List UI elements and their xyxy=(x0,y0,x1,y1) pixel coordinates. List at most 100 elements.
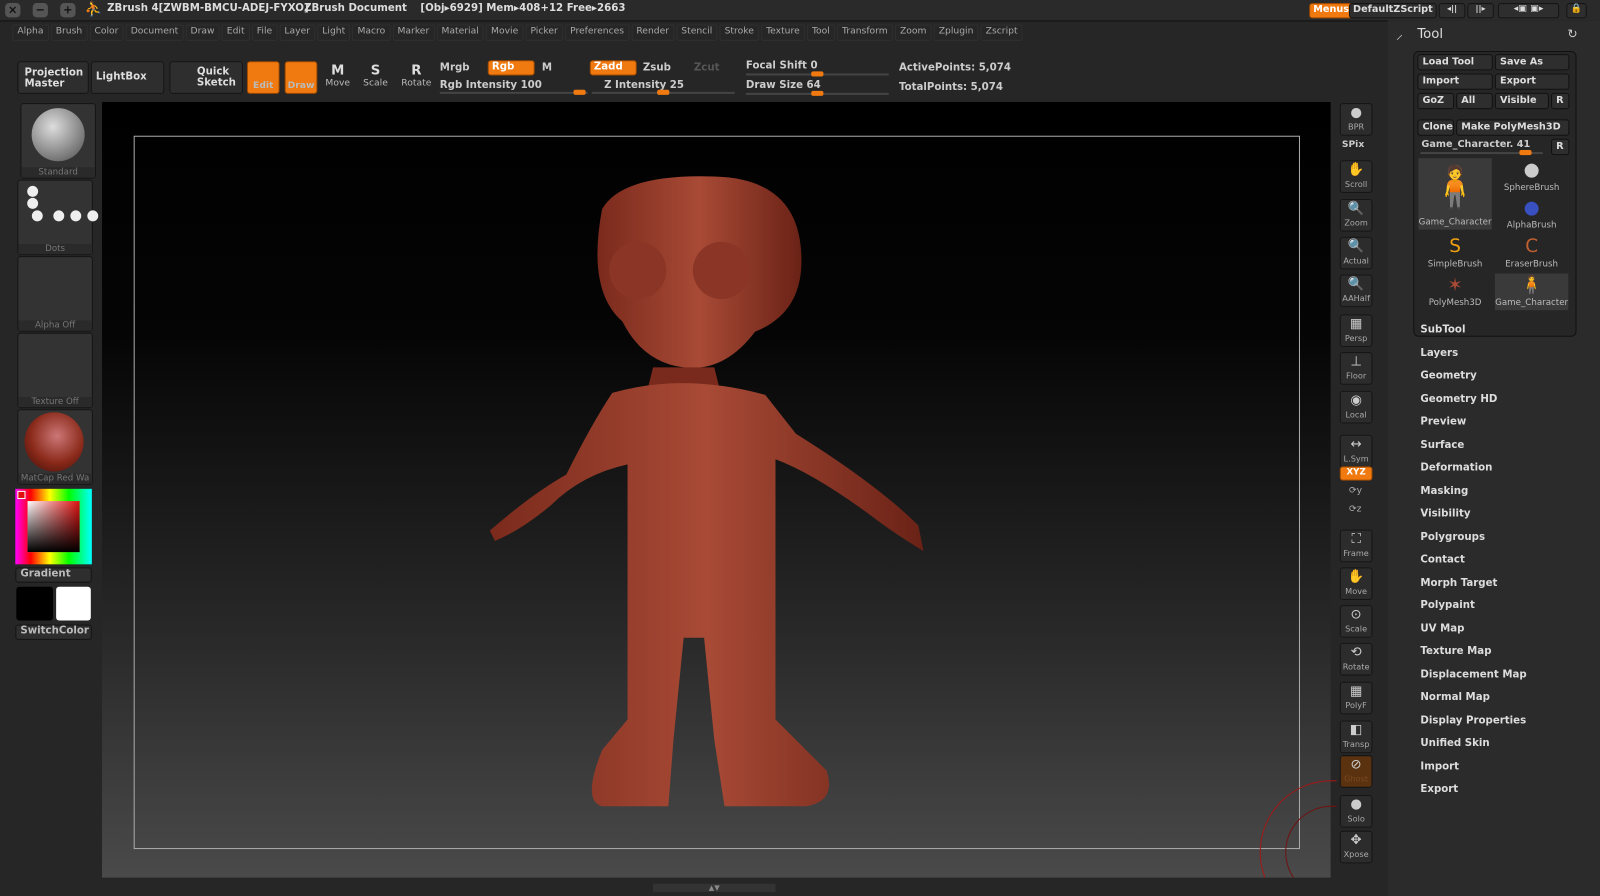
slider-knob[interactable] xyxy=(657,89,670,95)
import-button[interactable]: Import xyxy=(1417,73,1493,90)
save-as-button[interactable]: Save As xyxy=(1494,54,1570,71)
current-tool-slider[interactable] xyxy=(1420,150,1543,156)
menu-light[interactable]: Light xyxy=(317,24,351,41)
menu-zscript[interactable]: Zscript xyxy=(980,24,1023,41)
expand-icon[interactable]: ||▸ xyxy=(1467,3,1494,19)
brush-thumbnail[interactable]: Standard xyxy=(20,103,96,179)
layout-icon[interactable]: ◂▣ ▣▸ xyxy=(1497,3,1560,19)
shrink-icon[interactable]: ◂|| xyxy=(1438,3,1466,19)
tool-thumb-game_character[interactable]: 🧍 Game_Character xyxy=(1418,158,1492,230)
export-button[interactable]: Export xyxy=(1494,73,1570,90)
menu-material[interactable]: Material xyxy=(436,24,484,41)
rotate-z-icon[interactable]: ⟳z xyxy=(1349,504,1362,514)
minimize-button[interactable]: − xyxy=(32,3,48,18)
current-tool-slider-label[interactable]: Game_Character. 41 xyxy=(1421,139,1530,150)
make-polymesh3d-button[interactable]: Make PolyMesh3D xyxy=(1456,119,1570,136)
subpalette-uv-map[interactable]: UV Map xyxy=(1420,623,1464,634)
color-picker[interactable] xyxy=(15,488,92,565)
draw-size-slider[interactable] xyxy=(745,90,889,96)
subpalette-contact[interactable]: Contact xyxy=(1420,554,1464,565)
subpalette-subtool[interactable]: SubTool xyxy=(1420,325,1465,336)
menu-preferences[interactable]: Preferences xyxy=(564,24,630,41)
zcut-button[interactable]: Zcut xyxy=(694,62,720,73)
subpalette-export[interactable]: Export xyxy=(1420,784,1458,795)
zadd-button[interactable]: Zadd xyxy=(589,60,637,76)
menu-draw[interactable]: Draw xyxy=(185,24,220,41)
menu-edit[interactable]: Edit xyxy=(221,24,250,41)
menu-render[interactable]: Render xyxy=(631,24,675,41)
menu-zoom[interactable]: Zoom xyxy=(894,24,932,41)
maximize-button[interactable]: + xyxy=(60,3,76,18)
gradient-button[interactable]: Gradient xyxy=(15,567,92,583)
bpr-button[interactable]: ● BPR xyxy=(1339,103,1373,136)
lightbox-button[interactable]: LightBox xyxy=(90,61,165,94)
tool-thumb-spherebrush[interactable]: ● SphereBrush xyxy=(1495,158,1568,195)
tool-thumb-alphabrush[interactable]: ● AlphaBrush xyxy=(1495,196,1568,233)
bottom-tray-handle[interactable]: ▲▼ xyxy=(653,883,776,892)
menu-macro[interactable]: Macro xyxy=(352,24,391,41)
switch-color-button[interactable]: SwitchColor xyxy=(15,624,92,640)
material-thumbnail[interactable]: MatCap Red Wa xyxy=(17,409,93,485)
edit-button[interactable]: Edit xyxy=(246,61,280,94)
rgb-button[interactable]: Rgb xyxy=(487,60,535,76)
subpalette-masking[interactable]: Masking xyxy=(1420,485,1468,496)
local-button[interactable]: ◉ Local xyxy=(1339,390,1373,424)
subpalette-visibility[interactable]: Visibility xyxy=(1420,508,1470,519)
menu-color[interactable]: Color xyxy=(89,24,124,41)
xyz-button[interactable]: XYZ xyxy=(1339,466,1373,481)
lock-icon[interactable]: 🔒 xyxy=(1566,3,1587,19)
mrgb-button[interactable]: Mrgb xyxy=(440,62,470,73)
refresh-icon[interactable]: ↻ xyxy=(1567,27,1577,41)
quick-sketch-button[interactable]: Quick Sketch xyxy=(169,61,243,94)
secondary-color-white[interactable] xyxy=(56,586,91,621)
all-button[interactable]: All xyxy=(1456,92,1493,110)
move-button[interactable]: M Move xyxy=(321,63,354,94)
slider-knob[interactable] xyxy=(1519,150,1532,156)
tool-thumb-polymesh3d[interactable]: ✶ PolyMesh3D xyxy=(1418,273,1491,310)
subpalette-polypaint[interactable]: Polypaint xyxy=(1420,600,1474,611)
slider-knob[interactable] xyxy=(811,90,824,96)
scale-button[interactable]: ⊙ Scale xyxy=(1339,605,1373,638)
stroke-thumbnail[interactable]: ● ● ● ● ● ● Dots xyxy=(17,179,99,256)
menu-zplugin[interactable]: Zplugin xyxy=(933,24,979,41)
main-color-swatch[interactable] xyxy=(17,490,26,500)
actual-button[interactable]: 🔍 Actual xyxy=(1339,236,1373,270)
focal-shift-slider[interactable] xyxy=(745,71,889,77)
xpose-button[interactable]: ✥ Xpose xyxy=(1339,830,1373,864)
polyf-button[interactable]: ▦ PolyF xyxy=(1339,681,1373,715)
default-zscript-button[interactable]: DefaultZScript xyxy=(1348,3,1437,19)
spix-slider[interactable]: SPix xyxy=(1342,140,1364,150)
menu-texture[interactable]: Texture xyxy=(760,24,805,41)
subpalette-deformation[interactable]: Deformation xyxy=(1420,462,1492,473)
draw-button[interactable]: Draw xyxy=(284,61,318,94)
alpha-thumbnail[interactable]: Alpha Off xyxy=(17,256,93,332)
tool-thumb-game_character[interactable]: 🧍 Game_Character xyxy=(1494,273,1569,311)
rotate-button[interactable]: ⟲ Rotate xyxy=(1339,642,1373,676)
clone-button[interactable]: Clone xyxy=(1417,119,1455,136)
slider-knob[interactable] xyxy=(573,89,586,95)
menu-stencil[interactable]: Stencil xyxy=(676,24,718,41)
zsub-button[interactable]: Zsub xyxy=(643,62,671,73)
menus-button[interactable]: Menus xyxy=(1309,3,1354,19)
zoom-button[interactable]: 🔍 Zoom xyxy=(1339,198,1373,232)
subpalette-morph-target[interactable]: Morph Target xyxy=(1420,577,1497,588)
scroll-button[interactable]: ✋ Scroll xyxy=(1339,160,1373,193)
tool-thumb-eraserbrush[interactable]: C EraserBrush xyxy=(1495,235,1568,272)
solo-button[interactable]: ● Solo xyxy=(1339,794,1373,828)
menu-stroke[interactable]: Stroke xyxy=(719,24,759,41)
menu-movie[interactable]: Movie xyxy=(485,24,524,41)
frame-button[interactable]: ⛶ Frame xyxy=(1339,529,1373,563)
goz-button[interactable]: GoZ xyxy=(1417,92,1455,110)
subpalette-display-properties[interactable]: Display Properties xyxy=(1420,715,1526,726)
texture-thumbnail[interactable]: Texture Off xyxy=(17,332,93,409)
subpalette-polygroups[interactable]: Polygroups xyxy=(1420,531,1485,542)
persp-button[interactable]: ▦ Persp xyxy=(1339,314,1373,347)
r-button-2[interactable]: R xyxy=(1551,138,1570,156)
rotate-button[interactable]: R Rotate xyxy=(400,63,433,94)
menu-layer[interactable]: Layer xyxy=(279,24,316,41)
m-button[interactable]: M xyxy=(542,62,552,73)
lsym-button[interactable]: ↔ L.Sym xyxy=(1339,434,1373,468)
menu-brush[interactable]: Brush xyxy=(50,24,88,41)
menu-file[interactable]: File xyxy=(251,24,278,41)
scale-button[interactable]: S Scale xyxy=(359,63,392,94)
